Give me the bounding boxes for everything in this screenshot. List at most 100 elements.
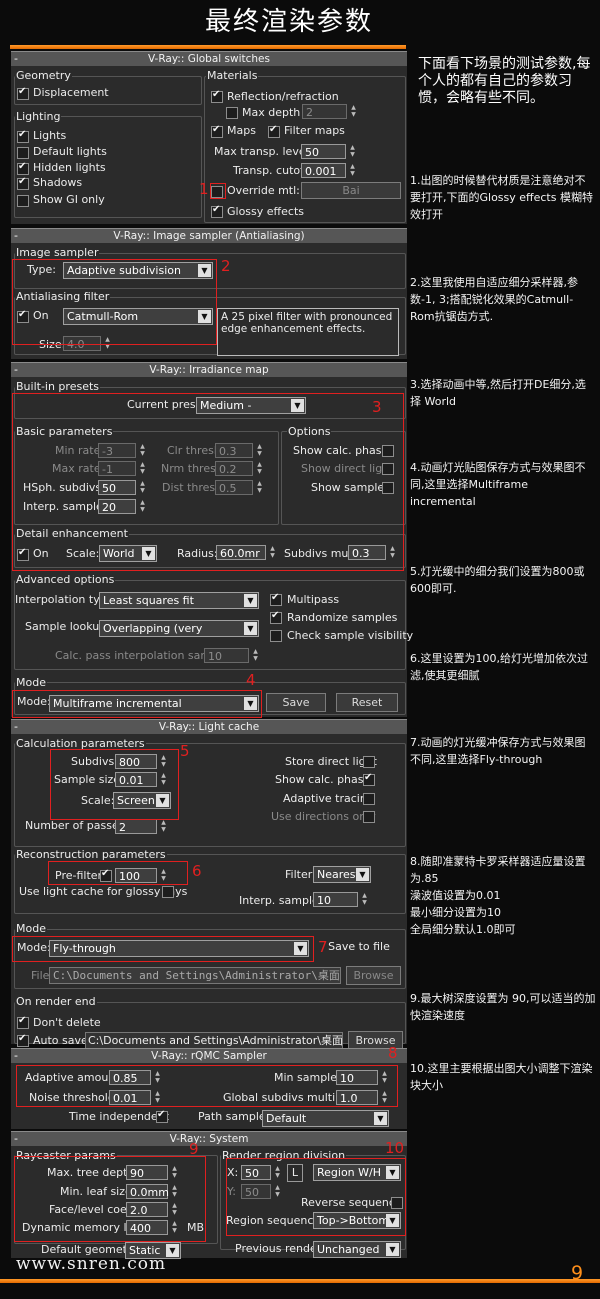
page-number: 9 bbox=[571, 1262, 584, 1284]
lights-label: Lights bbox=[33, 129, 67, 142]
use-glossy-checkbox[interactable] bbox=[162, 886, 174, 898]
note-9: 9.最大树深度设置为 90,可以适当的加快渲染速度 bbox=[410, 992, 596, 1022]
max-depth-arrows-icon[interactable]: ▲ ▼ bbox=[349, 104, 358, 119]
auto-save-label: Auto save: bbox=[33, 1034, 92, 1047]
sample-lookup-dropdown[interactable]: Overlapping (very good/fast)▼ bbox=[99, 620, 259, 637]
dont-delete-checkbox[interactable] bbox=[17, 1015, 29, 1029]
multipass-checkbox[interactable] bbox=[270, 592, 282, 606]
callout-box-3 bbox=[12, 393, 404, 571]
browse-file-button[interactable]: Browse bbox=[346, 966, 401, 985]
store-direct-checkbox[interactable] bbox=[363, 756, 375, 768]
callout-box-1 bbox=[210, 183, 226, 199]
note-1: 1.出图的时候替代材质是注意绝对不要打开,下面的Glossy effects 模… bbox=[410, 174, 593, 221]
sample-lookup-label: Sample lookup: bbox=[25, 620, 110, 633]
passes-spinner[interactable]: 2 bbox=[115, 819, 157, 834]
page-title: 最终渲染参数 bbox=[204, 7, 373, 37]
adaptive-tracing-checkbox[interactable] bbox=[363, 793, 375, 805]
reset-button[interactable]: Reset bbox=[336, 693, 398, 712]
save-button[interactable]: Save bbox=[266, 693, 326, 712]
max-depth-checkbox[interactable] bbox=[226, 107, 238, 119]
max-depth-spinner[interactable]: 2 bbox=[302, 104, 347, 119]
use-directions-checkbox[interactable] bbox=[363, 811, 375, 823]
show-gi-only-label: Show GI only bbox=[33, 193, 105, 206]
hidden-lights-checkbox[interactable] bbox=[17, 161, 29, 175]
callout-box-6 bbox=[48, 861, 188, 885]
max-transp-spinner[interactable]: 50 bbox=[301, 144, 346, 159]
save-to-file-button[interactable]: Save to file bbox=[323, 938, 395, 957]
group-on-render-end: On render end bbox=[15, 995, 97, 1008]
lc-filter-dropdown[interactable]: Nearest ▼ bbox=[313, 866, 371, 883]
displacement-label: Displacement bbox=[33, 86, 109, 99]
note-5: 5.灯光缓中的细分我们设置为800或600即可. bbox=[410, 565, 585, 595]
callout-number-1: 1 bbox=[199, 180, 209, 198]
file-path-field[interactable]: C:\Documents and Settings\Administrator\… bbox=[49, 967, 341, 984]
multipass-label: Multipass bbox=[287, 593, 340, 606]
callout-number-8: 8 bbox=[388, 1044, 398, 1062]
group-irradiance-mode: Mode bbox=[15, 676, 47, 689]
filter-maps-checkbox[interactable] bbox=[268, 124, 280, 138]
group-lighting: Lighting bbox=[15, 110, 62, 123]
interp-type-dropdown[interactable]: Least squares fit (good/smooth▼ bbox=[99, 592, 259, 609]
check-sample-visibility-label: Check sample visibility bbox=[287, 629, 414, 642]
callout-box-4 bbox=[12, 690, 262, 718]
note-3: 3.选择动画中等,然后打开DE细分,选择 World bbox=[410, 378, 586, 408]
group-materials: Materials bbox=[206, 69, 259, 82]
lights-checkbox[interactable] bbox=[17, 129, 29, 143]
footer-bar bbox=[0, 1279, 600, 1283]
previous-render-arrow-icon: ▼ bbox=[386, 1243, 399, 1256]
shadows-checkbox[interactable] bbox=[17, 176, 29, 190]
auto-save-checkbox[interactable] bbox=[17, 1033, 29, 1047]
calc-pass-arrows-icon[interactable]: ▲ ▼ bbox=[251, 648, 260, 663]
default-lights-label: Default lights bbox=[33, 145, 107, 158]
displacement-checkbox[interactable] bbox=[17, 86, 29, 100]
rollout-rqmc-sampler[interactable]: - V-Ray:: rQMC Sampler bbox=[11, 1048, 407, 1064]
randomize-samples-checkbox[interactable] bbox=[270, 610, 282, 624]
group-advanced-options: Advanced options bbox=[15, 573, 116, 586]
auto-save-path-field[interactable]: C:\Documents and Settings\Administrator\… bbox=[85, 1032, 343, 1049]
lc-interp-arrows-icon[interactable]: ▲ ▼ bbox=[360, 892, 369, 907]
transp-cutoff-spinner[interactable]: 0.001 bbox=[301, 163, 346, 178]
randomize-samples-label: Randomize samples bbox=[287, 611, 398, 624]
note-6: 6.这里设置为100,给灯光增加依次过滤,使其更细腻 bbox=[410, 652, 588, 682]
hidden-lights-label: Hidden lights bbox=[33, 161, 106, 174]
dont-delete-label: Don't delete bbox=[33, 1016, 101, 1029]
override-mtl-button[interactable]: Bai bbox=[301, 182, 401, 199]
callout-number-3: 3 bbox=[372, 398, 382, 416]
lc-interp-spinner[interactable]: 10 bbox=[313, 892, 358, 907]
max-depth-label: Max depth bbox=[242, 106, 301, 119]
glossy-effects-checkbox[interactable] bbox=[211, 204, 223, 218]
rollout-system[interactable]: - V-Ray:: System bbox=[11, 1131, 407, 1147]
callout-box-9 bbox=[14, 1156, 206, 1242]
maps-checkbox[interactable] bbox=[211, 124, 223, 138]
title-underline bbox=[10, 45, 406, 49]
time-independent-label: Time independent bbox=[69, 1110, 169, 1123]
override-mtl-label: Override mtl: bbox=[227, 184, 300, 197]
transp-cutoff-label: Transp. cutoff bbox=[233, 164, 308, 177]
calc-pass-spinner[interactable]: 10 bbox=[204, 648, 249, 663]
use-directions-label: Use directions only bbox=[271, 810, 376, 823]
rollout-light-cache[interactable]: - V-Ray:: Light cache bbox=[11, 719, 407, 735]
time-independent-checkbox[interactable] bbox=[156, 1109, 168, 1123]
glossy-effects-label: Glossy effects bbox=[227, 205, 304, 218]
previous-render-dropdown[interactable]: Unchanged ▼ bbox=[313, 1241, 401, 1258]
rollout-image-sampler[interactable]: - V-Ray:: Image sampler (Antialiasing) bbox=[11, 228, 407, 244]
reflection-label: Reflection/refraction bbox=[227, 90, 339, 103]
callout-number-10: 10 bbox=[385, 1139, 405, 1157]
rollout-global-switches[interactable]: - V-Ray:: Global switches bbox=[11, 51, 407, 67]
passes-arrows-icon[interactable]: ▲ ▼ bbox=[159, 819, 168, 834]
rollout-irradiance-map[interactable]: - V-Ray:: Irradiance map bbox=[11, 362, 407, 378]
max-transp-arrows-icon[interactable]: ▲ ▼ bbox=[348, 144, 357, 159]
check-sample-visibility-checkbox[interactable] bbox=[270, 630, 282, 642]
transp-cutoff-arrows-icon[interactable]: ▲ ▼ bbox=[348, 163, 357, 178]
passes-label: Number of passes: bbox=[25, 819, 129, 832]
lc-show-calc-label: Show calc. phase bbox=[275, 773, 371, 786]
note-2: 2.这里我使用自适应细分采样器,参数-1, 3;搭配锐化效果的Catmull-R… bbox=[410, 276, 578, 323]
reflection-checkbox[interactable] bbox=[211, 89, 223, 103]
show-gi-only-checkbox[interactable] bbox=[17, 195, 29, 207]
sample-lookup-arrow-icon: ▼ bbox=[244, 622, 257, 635]
shadows-label: Shadows bbox=[33, 176, 83, 189]
path-sampler-dropdown[interactable]: Default ▼ bbox=[262, 1110, 389, 1127]
lc-show-calc-checkbox[interactable] bbox=[363, 772, 375, 786]
default-lights-checkbox[interactable] bbox=[17, 147, 29, 159]
group-geometry: Geometry bbox=[15, 69, 72, 82]
